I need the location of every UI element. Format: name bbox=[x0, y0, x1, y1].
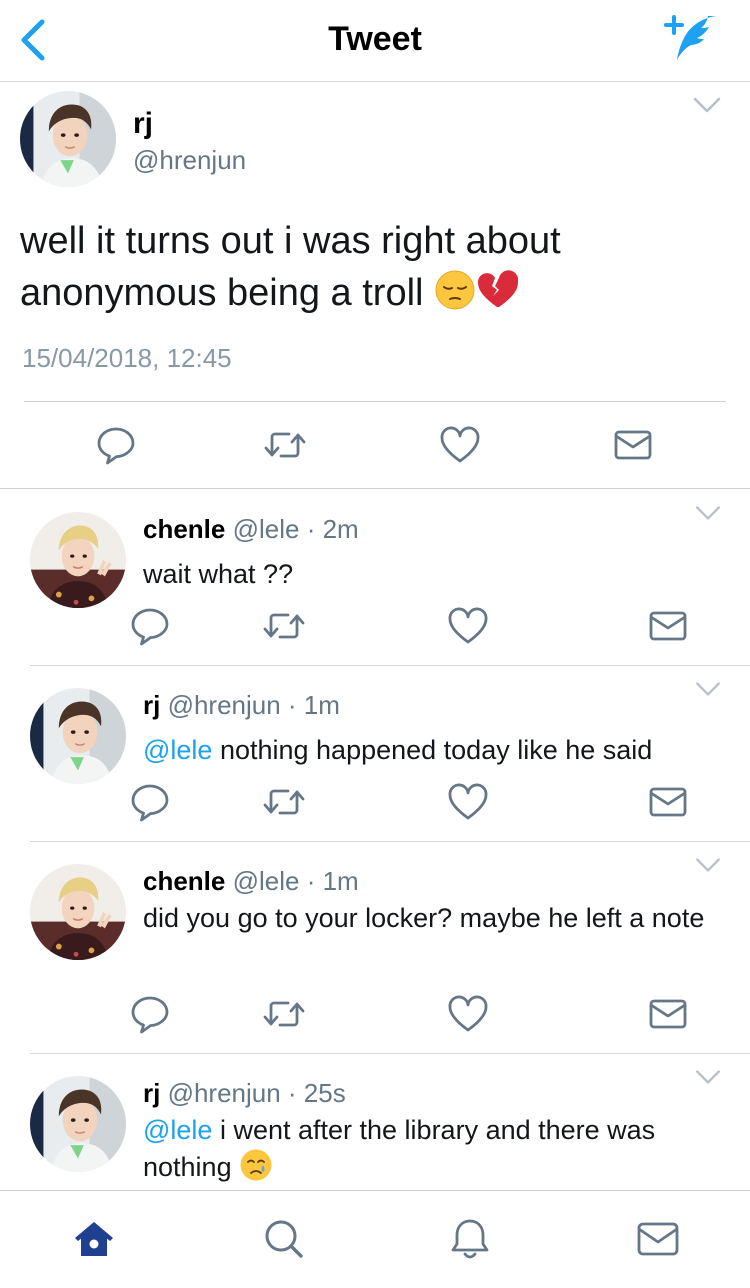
nav-bar: Tweet bbox=[0, 0, 750, 82]
divider bbox=[24, 401, 726, 402]
direct-message-icon[interactable] bbox=[646, 604, 690, 648]
reply-text: did you go to your locker? maybe he left… bbox=[143, 900, 718, 936]
author-name[interactable]: rj bbox=[143, 1078, 160, 1108]
page-title: Tweet bbox=[328, 20, 422, 58]
reply-icon[interactable] bbox=[128, 780, 172, 824]
compose-tweet-icon[interactable] bbox=[662, 12, 720, 64]
broken-heart-emoji bbox=[478, 270, 519, 307]
home-icon[interactable] bbox=[72, 1217, 116, 1261]
direct-message-icon[interactable] bbox=[611, 423, 655, 467]
crying-face-emoji bbox=[240, 1149, 272, 1181]
retweet-icon[interactable] bbox=[263, 423, 307, 467]
direct-message-icon[interactable] bbox=[646, 780, 690, 824]
reply-body: i went after the library and there was n… bbox=[143, 1115, 656, 1182]
author-name[interactable]: rj bbox=[143, 690, 160, 720]
author-handle[interactable]: @hrenjun bbox=[133, 145, 246, 176]
avatar[interactable] bbox=[30, 688, 126, 784]
reply-body: wait what ?? bbox=[143, 559, 294, 589]
mention-link[interactable]: @lele bbox=[143, 735, 212, 765]
reply-icon[interactable] bbox=[128, 604, 172, 648]
retweet-icon[interactable] bbox=[262, 604, 306, 648]
reply-header: rj @hrenjun · 1m bbox=[143, 690, 340, 721]
main-tweet: rj @hrenjun well it turns out i was righ… bbox=[0, 83, 750, 489]
retweet-icon[interactable] bbox=[262, 992, 306, 1036]
reply-text: @lele i went after the library and there… bbox=[143, 1112, 723, 1185]
reply-header: chenle @lele · 1m bbox=[143, 866, 359, 897]
search-icon[interactable] bbox=[262, 1217, 306, 1261]
mention-link[interactable]: @lele bbox=[143, 1115, 212, 1145]
tweet-actions bbox=[0, 423, 750, 473]
like-icon[interactable] bbox=[438, 423, 482, 467]
like-icon[interactable] bbox=[446, 604, 490, 648]
author-name[interactable]: rj bbox=[133, 107, 153, 141]
reply-body: nothing happened today like he said bbox=[212, 735, 653, 765]
author-name[interactable]: chenle bbox=[143, 866, 225, 896]
messages-icon[interactable] bbox=[636, 1217, 680, 1261]
direct-message-icon[interactable] bbox=[646, 992, 690, 1036]
notifications-icon[interactable] bbox=[448, 1217, 492, 1261]
reply-tweet[interactable]: rj @hrenjun · 25s @lele i went after the… bbox=[0, 1054, 750, 1190]
tweet-text-line1: well it turns out i was right about bbox=[20, 220, 561, 262]
reply-tweet[interactable]: chenle @lele · 1m did you go to your loc… bbox=[0, 842, 750, 1054]
chevron-down-icon[interactable] bbox=[694, 856, 722, 874]
reply-icon[interactable] bbox=[94, 423, 138, 467]
tweet-text: well it turns out i was right about anon… bbox=[20, 215, 720, 319]
retweet-icon[interactable] bbox=[262, 780, 306, 824]
author-meta: @hrenjun · 1m bbox=[167, 690, 340, 720]
reply-body: did you go to your locker? maybe he left… bbox=[143, 903, 705, 933]
tweet-timestamp: 15/04/2018, 12:45 bbox=[22, 343, 232, 373]
chevron-down-icon[interactable] bbox=[694, 504, 722, 522]
avatar[interactable] bbox=[30, 512, 126, 608]
like-icon[interactable] bbox=[446, 780, 490, 824]
chevron-down-icon[interactable] bbox=[694, 1068, 722, 1086]
author-meta: @hrenjun · 25s bbox=[167, 1078, 346, 1108]
chevron-down-icon[interactable] bbox=[694, 680, 722, 698]
reply-icon[interactable] bbox=[128, 992, 172, 1036]
reply-header: chenle @lele · 2m bbox=[143, 514, 359, 545]
pensive-face-emoji bbox=[435, 270, 475, 310]
reply-tweet[interactable]: rj @hrenjun · 1m @lele nothing happened … bbox=[0, 666, 750, 842]
tweet-text-line2: anonymous being a troll bbox=[20, 272, 424, 314]
reply-tweet[interactable]: chenle @lele · 2m wait what ?? bbox=[0, 490, 750, 666]
avatar[interactable] bbox=[30, 864, 126, 960]
reply-header: rj @hrenjun · 25s bbox=[143, 1078, 346, 1109]
author-meta: @lele · 1m bbox=[232, 866, 359, 896]
like-icon[interactable] bbox=[446, 992, 490, 1036]
avatar[interactable] bbox=[20, 91, 116, 187]
chevron-down-icon[interactable] bbox=[692, 95, 722, 115]
avatar[interactable] bbox=[30, 1076, 126, 1172]
tab-bar bbox=[0, 1190, 750, 1288]
reply-text: @lele nothing happened today like he sai… bbox=[143, 732, 743, 768]
author-name[interactable]: chenle bbox=[143, 514, 225, 544]
reply-text: wait what ?? bbox=[143, 556, 723, 592]
author-meta: @lele · 2m bbox=[232, 514, 359, 544]
